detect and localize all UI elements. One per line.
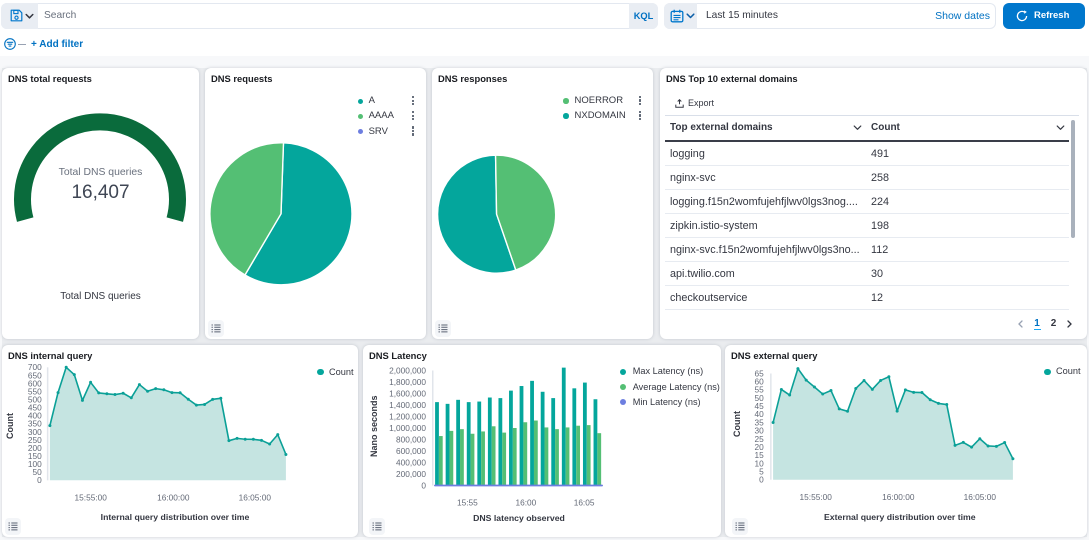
svg-text:1,000,000: 1,000,000 bbox=[389, 423, 426, 433]
svg-text:65: 65 bbox=[754, 368, 764, 378]
svg-text:16:00:00: 16:00:00 bbox=[157, 493, 190, 503]
svg-text:400,000: 400,000 bbox=[396, 457, 426, 467]
svg-text:2,000,000: 2,000,000 bbox=[389, 365, 426, 375]
svg-text:16:05: 16:05 bbox=[574, 498, 595, 508]
svg-text:800,000: 800,000 bbox=[396, 434, 426, 444]
svg-text:15:55:00: 15:55:00 bbox=[75, 493, 108, 503]
svg-text:1,600,000: 1,600,000 bbox=[389, 388, 426, 398]
svg-text:1,800,000: 1,800,000 bbox=[389, 377, 426, 387]
svg-text:16:00: 16:00 bbox=[516, 498, 537, 508]
svg-text:15:55: 15:55 bbox=[457, 498, 478, 508]
svg-text:16:05:00: 16:05:00 bbox=[239, 493, 272, 503]
svg-text:16:00:00: 16:00:00 bbox=[882, 492, 915, 502]
svg-text:1,400,000: 1,400,000 bbox=[389, 400, 426, 410]
svg-text:1,200,000: 1,200,000 bbox=[389, 411, 426, 421]
svg-text:16:05:00: 16:05:00 bbox=[964, 492, 997, 502]
svg-text:200,000: 200,000 bbox=[396, 469, 426, 479]
svg-text:700: 700 bbox=[28, 362, 42, 372]
svg-text:600,000: 600,000 bbox=[396, 446, 426, 456]
svg-text:0: 0 bbox=[421, 480, 426, 490]
svg-text:15:55:00: 15:55:00 bbox=[800, 492, 833, 502]
